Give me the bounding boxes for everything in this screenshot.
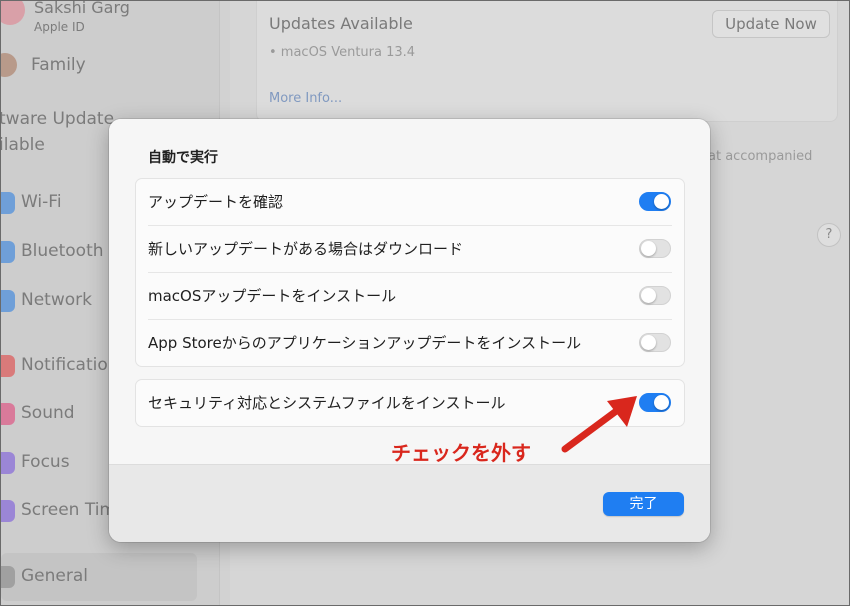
sidebar-item-general[interactable]: General: [21, 566, 88, 586]
toggle-knob: [654, 395, 669, 410]
help-button[interactable]: ?: [817, 223, 841, 247]
updates-title: Updates Available: [269, 14, 413, 33]
dialog-title: 自動で実行: [148, 150, 218, 166]
annotation-arrow-icon: [561, 396, 637, 453]
account-name[interactable]: Sakshi Garg: [34, 1, 130, 17]
row-label: 新しいアップデートがある場合はダウンロード: [148, 240, 464, 258]
software-update-line2: ilable: [0, 135, 45, 155]
network-icon: [1, 290, 15, 312]
update-now-button[interactable]: Update Now: [712, 10, 830, 38]
row-label: アップデートを確認: [148, 193, 284, 211]
account-sub: Apple ID: [34, 20, 85, 34]
row-install-macos-updates: macOSアップデートをインストール: [136, 273, 684, 320]
update-options-group: アップデートを確認 新しいアップデートがある場合はダウンロード macOSアップ…: [135, 178, 685, 367]
screenshot-frame: Sakshi Garg Apple ID Family tware Update…: [0, 0, 850, 606]
row-check-updates: アップデートを確認: [136, 179, 684, 226]
software-update-line1[interactable]: tware Update: [1, 109, 114, 129]
sidebar-item-family[interactable]: Family: [31, 55, 86, 75]
bluetooth-icon: [1, 241, 15, 263]
update-item: • macOS Ventura 13.4: [269, 45, 416, 60]
toggle-install-app-updates[interactable]: [639, 333, 671, 352]
dialog-footer: 完了: [109, 464, 710, 542]
toggle-knob: [654, 194, 669, 209]
sidebar-item-focus[interactable]: Focus: [21, 452, 70, 472]
row-install-app-updates: App Storeからのアプリケーションアップデートをインストール: [136, 320, 684, 367]
sidebar-item-network[interactable]: Network: [21, 290, 92, 310]
toggle-install-macos-updates[interactable]: [639, 286, 671, 305]
partial-text: at accompanied: [708, 149, 813, 164]
sidebar-item-notifications[interactable]: Notificatio: [21, 355, 108, 375]
row-label: App Storeからのアプリケーションアップデートをインストール: [148, 334, 582, 352]
automatic-updates-dialog: 自動で実行 アップデートを確認 新しいアップデートがある場合はダウンロード ma…: [109, 119, 710, 542]
toggle-knob: [641, 241, 656, 256]
row-download-updates: 新しいアップデートがある場合はダウンロード: [136, 226, 684, 273]
toggle-download-updates[interactable]: [639, 239, 671, 258]
sidebar-item-sound[interactable]: Sound: [21, 403, 75, 423]
more-info-link[interactable]: More Info...: [269, 91, 342, 106]
family-avatar[interactable]: [1, 53, 17, 77]
toggle-knob: [641, 335, 656, 350]
row-label: macOSアップデートをインストール: [148, 287, 397, 305]
wifi-icon: [1, 192, 15, 214]
sound-icon: [1, 403, 15, 425]
annotation-text: チェックを外す: [391, 441, 531, 465]
account-avatar[interactable]: [1, 1, 25, 25]
screen-time-icon: [1, 500, 15, 522]
toggle-knob: [641, 288, 656, 303]
done-button[interactable]: 完了: [603, 492, 684, 516]
notifications-icon: [1, 355, 15, 377]
toggle-check-updates[interactable]: [639, 192, 671, 211]
sidebar-item-wifi[interactable]: Wi-Fi: [21, 192, 62, 212]
focus-icon: [1, 452, 15, 474]
sidebar-item-screen-time[interactable]: Screen Tim: [21, 500, 116, 520]
sidebar-item-bluetooth[interactable]: Bluetooth: [21, 241, 104, 261]
general-icon: [1, 566, 15, 588]
row-label: セキュリティ対応とシステムファイルをインストール: [148, 394, 506, 412]
